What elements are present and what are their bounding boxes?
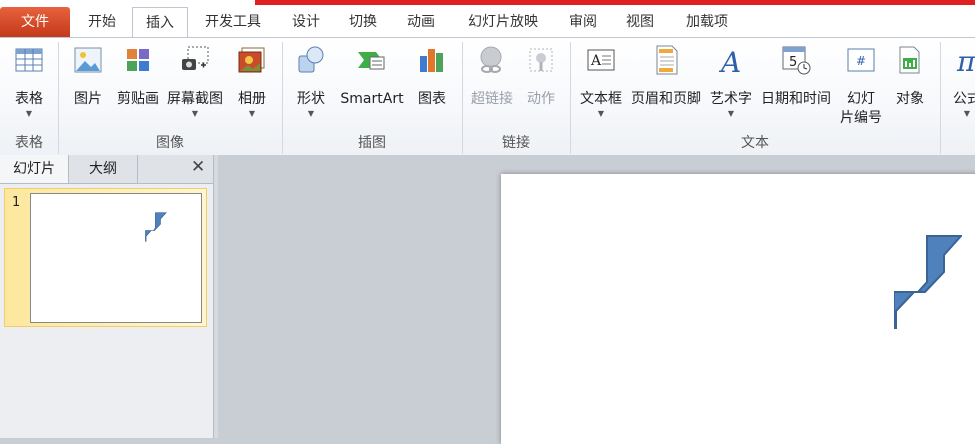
- slide-number-button[interactable]: # 幻灯 片编号: [838, 44, 884, 128]
- picture-icon: [74, 47, 102, 73]
- group-label-text: 文本: [741, 135, 769, 151]
- smartart-button[interactable]: SmartArt: [338, 44, 406, 109]
- table-button[interactable]: 表格 ▼: [8, 44, 50, 119]
- smartart-button-label: SmartArt: [340, 91, 404, 107]
- group-divider: [940, 42, 941, 154]
- group-label-links: 链接: [502, 135, 530, 151]
- tab-transitions[interactable]: 切换: [340, 7, 386, 37]
- hyperlink-globe-icon: [480, 46, 502, 73]
- object-icon: [899, 46, 920, 74]
- object-button[interactable]: 对象: [888, 44, 932, 109]
- tab-view[interactable]: 视图: [617, 7, 663, 37]
- clipart-icon: [127, 49, 149, 71]
- chart-icon: [420, 49, 443, 72]
- tab-home[interactable]: 开始: [72, 7, 132, 37]
- table-icon: [15, 48, 43, 72]
- group-label-table: 表格: [15, 135, 43, 151]
- photo-album-icon: [238, 47, 265, 73]
- formula-button[interactable]: π 公式 ▼: [946, 44, 975, 119]
- action-button[interactable]: 动作: [521, 44, 561, 109]
- pane-tab-bar: 幻灯片 大纲 ✕: [0, 155, 213, 184]
- slide-number-icon: #: [847, 48, 875, 72]
- tab-addins[interactable]: 加载项: [675, 7, 739, 37]
- tab-design[interactable]: 设计: [283, 7, 329, 37]
- picture-button[interactable]: 图片: [66, 44, 110, 109]
- hyperlink-button-label: 超链接: [471, 91, 513, 107]
- action-button-label: 动作: [527, 91, 555, 107]
- group-label-illustrations: 插图: [358, 135, 386, 151]
- slide-thumbnail-item[interactable]: 1: [4, 188, 207, 327]
- close-icon[interactable]: ✕: [191, 157, 205, 177]
- chevron-down-icon: ▼: [727, 109, 735, 118]
- slide-number: 1: [12, 195, 21, 210]
- tab-slides[interactable]: 幻灯片: [0, 155, 69, 183]
- hyperlink-button[interactable]: 超链接: [468, 44, 516, 109]
- shapes-button[interactable]: 形状 ▼: [290, 44, 332, 119]
- header-footer-button[interactable]: 页眉和页脚: [628, 44, 704, 109]
- chevron-down-icon: ▼: [25, 109, 33, 118]
- stair-shape-thumbnail: [145, 212, 167, 242]
- slides-pane: 幻灯片 大纲 ✕ 1: [0, 155, 213, 438]
- svg-text:#: #: [856, 54, 866, 68]
- screenshot-button[interactable]: 屏幕截图 ▼: [164, 44, 226, 119]
- wordart-icon: A: [718, 46, 741, 76]
- tab-review[interactable]: 审阅: [560, 7, 606, 37]
- wordart-button[interactable]: A 艺术字 ▼: [707, 44, 755, 119]
- slide-canvas[interactable]: [501, 174, 975, 444]
- datetime-button-label: 日期和时间: [761, 91, 831, 107]
- shapes-icon: [298, 46, 324, 73]
- calendar-clock-icon: 5: [782, 46, 811, 75]
- screenshot-icon: [182, 46, 209, 70]
- object-button-label: 对象: [896, 91, 924, 107]
- textbox-button[interactable]: A 文本框 ▼: [577, 44, 625, 119]
- action-icon: [529, 48, 553, 72]
- pi-icon: π: [956, 45, 975, 76]
- svg-text:π: π: [956, 45, 975, 76]
- chevron-down-icon: ▼: [597, 109, 605, 118]
- smartart-icon: [358, 52, 385, 70]
- tab-slideshow[interactable]: 幻灯片放映: [456, 7, 550, 37]
- screenshot-button-label: 屏幕截图: [167, 91, 223, 107]
- tab-animations[interactable]: 动画: [398, 7, 444, 37]
- shapes-button-label: 形状: [297, 91, 325, 107]
- chevron-down-icon: ▼: [248, 109, 256, 118]
- table-button-label: 表格: [15, 91, 43, 107]
- slide-number-label-line1: 幻灯: [847, 91, 875, 107]
- picture-button-label: 图片: [74, 91, 102, 107]
- textbox-button-label: 文本框: [580, 91, 622, 107]
- tab-developer[interactable]: 开发工具: [193, 7, 273, 37]
- tab-file[interactable]: 文件: [0, 7, 70, 37]
- tab-insert[interactable]: 插入: [132, 7, 188, 39]
- clipart-button[interactable]: 剪贴画: [113, 44, 163, 109]
- slide-thumbnail[interactable]: [30, 193, 202, 323]
- textbox-icon: A: [587, 49, 615, 71]
- header-footer-icon: [656, 45, 678, 75]
- slide-number-label-line2: 片编号: [840, 110, 882, 126]
- tab-outline[interactable]: 大纲: [69, 155, 138, 183]
- chart-button-label: 图表: [418, 91, 446, 107]
- formula-button-label: 公式: [953, 91, 975, 107]
- ribbon-insert: 表格 ▼ 表格 图片 剪贴画 屏幕截图 ▼ 相册 ▼ 图像 形状 ▼ Smart…: [0, 37, 975, 156]
- slide-editing-area: [218, 155, 975, 444]
- chevron-down-icon: ▼: [191, 109, 199, 118]
- wordart-button-label: 艺术字: [710, 91, 752, 107]
- group-label-images: 图像: [156, 135, 184, 151]
- svg-text:A: A: [590, 53, 602, 69]
- svg-text:A: A: [718, 46, 741, 76]
- chevron-down-icon: ▼: [307, 109, 315, 118]
- clipart-button-label: 剪贴画: [117, 91, 159, 107]
- header-footer-button-label: 页眉和页脚: [631, 91, 701, 107]
- chart-button[interactable]: 图表: [412, 44, 452, 109]
- stair-shape[interactable]: [894, 235, 962, 329]
- ribbon-tab-bar: 文件 开始 插入 开发工具 设计 切换 动画 幻灯片放映 审阅 视图 加载项: [0, 0, 975, 39]
- chevron-down-icon: ▼: [963, 109, 971, 118]
- svg-text:5: 5: [789, 55, 797, 70]
- datetime-button[interactable]: 5 日期和时间: [758, 44, 834, 109]
- album-button-label: 相册: [238, 91, 266, 107]
- title-accent-stripe: [255, 0, 975, 5]
- album-button[interactable]: 相册 ▼: [232, 44, 272, 119]
